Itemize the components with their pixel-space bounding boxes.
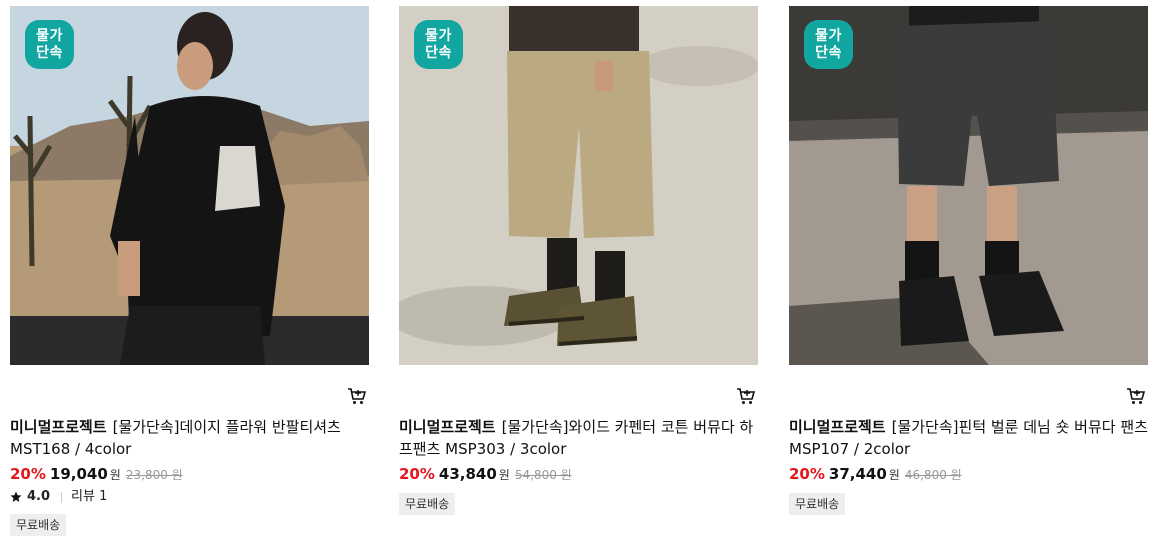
- free-shipping-badge: 무료배송: [399, 493, 456, 515]
- cart-icon[interactable]: [1126, 386, 1146, 406]
- badge-line-1: 물가: [815, 27, 842, 44]
- currency-unit: 원: [888, 468, 900, 482]
- cart-icon[interactable]: [736, 386, 756, 406]
- star-icon: [10, 491, 22, 502]
- cart-icon[interactable]: [347, 386, 367, 406]
- product-card[interactable]: 물가 단속 미니멀프로젝트 [물가단속]와이드 카펜터 코튼 버뮤다 하프팬츠 M…: [399, 6, 758, 515]
- currency-unit: 원: [109, 468, 121, 482]
- discount-rate: 20%: [789, 465, 825, 483]
- discount-rate: 20%: [399, 465, 435, 483]
- product-title[interactable]: 미니멀프로젝트 [물가단속]핀턱 벌룬 데님 숏 버뮤다 팬츠 MSP107 / …: [789, 416, 1148, 460]
- product-title[interactable]: 미니멀프로젝트 [물가단속]와이드 카펜터 코튼 버뮤다 하프팬츠 MSP303 …: [399, 416, 758, 460]
- product-info: 미니멀프로젝트 [물가단속]핀턱 벌룬 데님 숏 버뮤다 팬츠 MSP107 / …: [789, 416, 1148, 515]
- review-count[interactable]: 리뷰 1: [71, 488, 107, 506]
- divider: [61, 491, 63, 503]
- free-shipping-badge: 무료배송: [789, 493, 846, 515]
- brand-name[interactable]: 미니멀프로젝트: [399, 418, 496, 436]
- product-card[interactable]: 물가 단속 미니멀프로젝트 [물가단속]데이지 플라워 반팔티셔츠 MST168 …: [10, 6, 369, 536]
- original-price: 54,800 원: [514, 468, 572, 482]
- badge-line-2: 단속: [36, 44, 63, 61]
- product-card[interactable]: 물가 단속 미니멀프로젝트 [물가단속]핀턱 벌룬 데님 숏 버뮤다 팬츠 MSP…: [789, 6, 1148, 515]
- discount-rate: 20%: [10, 465, 46, 483]
- product-title[interactable]: 미니멀프로젝트 [물가단속]데이지 플라워 반팔티셔츠 MST168 / 4col…: [10, 416, 369, 460]
- price-row: 20% 19,040 원 23,800 원: [10, 464, 369, 485]
- product-image[interactable]: 물가 단속: [399, 6, 758, 365]
- price-watch-badge: 물가 단속: [25, 20, 74, 69]
- sale-price: 43,840: [438, 465, 497, 483]
- product-image[interactable]: 물가 단속: [10, 6, 369, 365]
- price-watch-badge: 물가 단속: [414, 20, 463, 69]
- product-info: 미니멀프로젝트 [물가단속]와이드 카펜터 코튼 버뮤다 하프팬츠 MSP303 …: [399, 416, 758, 515]
- original-price: 23,800 원: [125, 468, 183, 482]
- brand-name[interactable]: 미니멀프로젝트: [10, 418, 107, 436]
- price-row: 20% 37,440 원 46,800 원: [789, 464, 1148, 485]
- price-watch-badge: 물가 단속: [804, 20, 853, 69]
- original-price: 46,800 원: [904, 468, 962, 482]
- price-row: 20% 43,840 원 54,800 원: [399, 464, 758, 485]
- sale-price: 37,440: [828, 465, 887, 483]
- badge-line-2: 단속: [425, 44, 452, 61]
- free-shipping-badge: 무료배송: [10, 514, 67, 536]
- currency-unit: 원: [498, 468, 510, 482]
- brand-name[interactable]: 미니멀프로젝트: [789, 418, 886, 436]
- rating-value: 4.0: [27, 489, 51, 504]
- badge-line-2: 단속: [815, 44, 842, 61]
- rating-row: 4.0 리뷰 1: [10, 488, 369, 506]
- badge-line-1: 물가: [425, 27, 452, 44]
- product-image[interactable]: 물가 단속: [789, 6, 1148, 365]
- product-info: 미니멀프로젝트 [물가단속]데이지 플라워 반팔티셔츠 MST168 / 4col…: [10, 416, 369, 536]
- badge-line-1: 물가: [36, 27, 63, 44]
- sale-price: 19,040: [49, 465, 108, 483]
